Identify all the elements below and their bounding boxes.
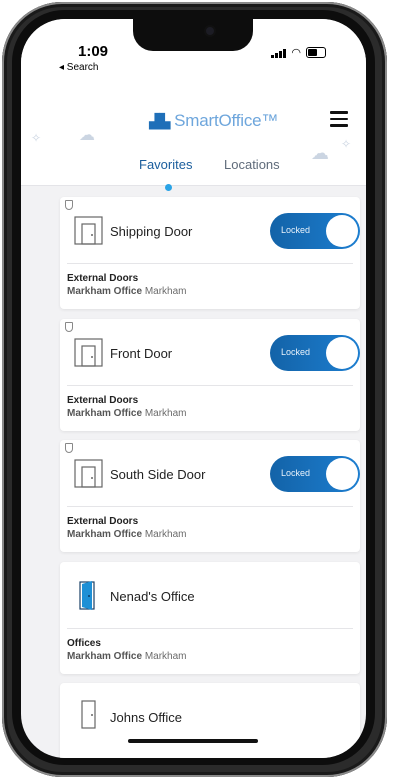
door-location: Markham Office Markham xyxy=(67,408,187,419)
lock-toggle-label: Locked xyxy=(281,225,311,235)
sparkle-decoration-icon: ✧ xyxy=(341,137,352,151)
door-group: External Doors xyxy=(67,395,139,406)
cellular-signal-icon xyxy=(271,48,287,58)
office-name: Markham Office xyxy=(67,286,143,297)
shield-icon xyxy=(65,443,73,453)
tab-locations[interactable]: Locations xyxy=(224,157,280,172)
lock-toggle-label: Locked xyxy=(281,347,311,357)
cloud-decoration-icon: ✧ xyxy=(31,131,42,145)
door-icon xyxy=(74,459,103,488)
city-name: Markham xyxy=(144,529,187,540)
status-icons: ◠ xyxy=(271,47,326,58)
app-logo: ▟▙ SmartOffice™ xyxy=(149,111,278,131)
wifi-icon: ◠ xyxy=(291,46,301,59)
building-logo-icon: ▟▙ xyxy=(149,112,171,129)
door-icon xyxy=(74,216,103,245)
door-name: Nenad's Office xyxy=(110,589,195,604)
cloud-decoration-icon: ☁ xyxy=(79,127,95,144)
lock-toggle[interactable]: Locked xyxy=(270,456,360,492)
toggle-knob xyxy=(326,215,358,247)
lock-toggle[interactable]: Locked xyxy=(270,335,360,371)
shield-icon xyxy=(65,200,73,210)
city-name: Markham xyxy=(144,286,187,297)
door-group: External Doors xyxy=(67,516,139,527)
open-door-icon xyxy=(79,581,95,610)
door-group: External Doors xyxy=(67,273,139,284)
battery-icon xyxy=(306,47,326,58)
toggle-knob xyxy=(326,337,358,369)
divider xyxy=(67,628,353,629)
door-card[interactable]: Johns Office xyxy=(60,683,360,758)
status-time: 1:09 xyxy=(78,43,109,60)
door-card[interactable]: South Side Door Locked External Doors Ma… xyxy=(60,440,360,552)
door-name: Shipping Door xyxy=(110,224,193,239)
door-name: Johns Office xyxy=(110,710,183,725)
door-group: Offices xyxy=(67,638,101,649)
screen: 1:09 ◂ Search ◠ ✧ ☁ ☁ ✧ ▟▙ SmartOffice™ … xyxy=(21,19,366,758)
door-location: Markham Office Markham xyxy=(67,529,187,540)
door-card[interactable]: Nenad's Office Offices Markham Office Ma… xyxy=(60,562,360,674)
door-location: Markham Office Markham xyxy=(67,286,187,297)
door-card[interactable]: Shipping Door Locked External Doors Mark… xyxy=(60,197,360,309)
door-location: Markham Office Markham xyxy=(67,651,187,662)
hamburger-menu-icon[interactable] xyxy=(330,111,348,127)
divider xyxy=(67,506,353,507)
door-name: South Side Door xyxy=(110,467,206,482)
lock-toggle[interactable]: Locked xyxy=(270,213,360,249)
door-icon xyxy=(74,338,103,367)
notch xyxy=(133,19,253,51)
door-icon xyxy=(81,700,96,729)
city-name: Markham xyxy=(144,408,187,419)
back-to-search-link[interactable]: ◂ Search xyxy=(59,62,98,73)
office-name: Markham Office xyxy=(67,408,143,419)
lock-toggle-label: Locked xyxy=(281,468,311,478)
divider xyxy=(67,263,353,264)
office-name: Markham Office xyxy=(67,529,143,540)
city-name: Markham xyxy=(144,651,187,662)
office-name: Markham Office xyxy=(67,651,143,662)
camera-icon xyxy=(206,27,214,35)
door-name: Front Door xyxy=(110,346,173,361)
shield-icon xyxy=(65,322,73,332)
home-indicator[interactable] xyxy=(128,739,258,743)
toggle-knob xyxy=(326,458,358,490)
door-card[interactable]: Front Door Locked External Doors Markham… xyxy=(60,319,360,431)
tab-favorites[interactable]: Favorites xyxy=(139,157,192,172)
app-header: ✧ ☁ ☁ ✧ ▟▙ SmartOffice™ Favorites Locati… xyxy=(21,73,366,191)
cloud-decoration-icon: ☁ xyxy=(311,143,329,163)
active-tab-indicator xyxy=(165,184,172,191)
divider xyxy=(67,385,353,386)
app-name: SmartOffice™ xyxy=(174,111,279,130)
